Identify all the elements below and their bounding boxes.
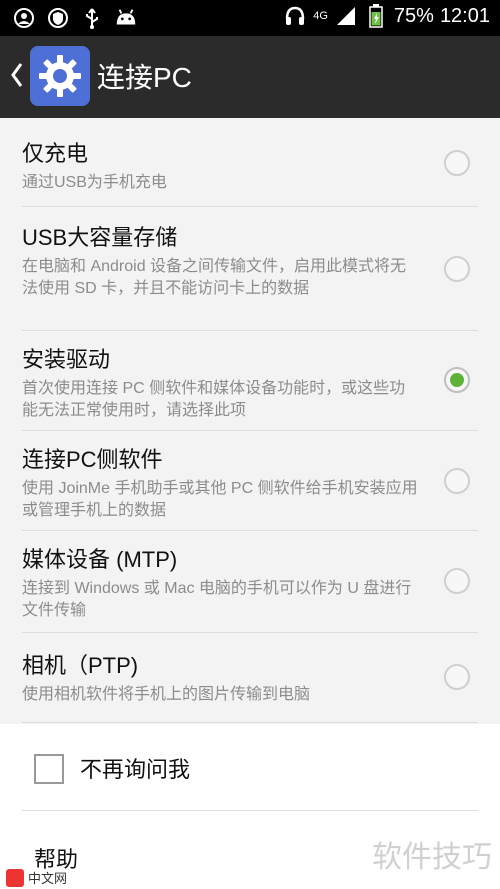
option-description: 使用 JoinMe 手机助手或其他 PC 侧软件给手机安装应用或管理手机上的数据 (22, 480, 418, 519)
action-bar: 连接PC (0, 36, 500, 118)
selected-dot (450, 373, 464, 387)
chevron-left-icon[interactable] (8, 60, 26, 90)
option-title: USB大容量存储 (22, 225, 178, 250)
option-title: 安装驱动 (22, 347, 111, 372)
option-title: 媒体设备 (MTP) (22, 547, 178, 572)
signal-icon (334, 4, 358, 28)
android-icon (114, 6, 138, 30)
battery-icon (364, 4, 388, 28)
option-description: 通过USB为手机充电 (22, 174, 167, 191)
option-mtp[interactable]: 媒体设备 (MTP) 连接到 Windows 或 Mac 电脑的手机可以作为 U… (0, 542, 500, 622)
option-charge-only[interactable]: 仅充电 通过USB为手机充电 (0, 136, 500, 194)
face-icon (12, 6, 36, 30)
radio-usb-mass-storage[interactable] (444, 256, 470, 282)
divider (22, 206, 478, 207)
dont-ask-checkbox[interactable] (34, 754, 64, 784)
option-description: 连接到 Windows 或 Mac 电脑的手机可以作为 U 盘进行文件传输 (22, 580, 412, 619)
notification-icons (12, 6, 138, 30)
radio-install-driver[interactable] (444, 367, 470, 393)
page-title: 连接PC (97, 62, 192, 93)
usb-icon (80, 6, 104, 30)
option-install-driver[interactable]: 安装驱动 首次使用连接 PC 侧软件和媒体设备功能时，或这些功能无法正常使用时，… (0, 342, 500, 422)
option-usb-mass-storage[interactable]: USB大容量存储 在电脑和 Android 设备之间传输文件，启用此模式将无法使… (0, 220, 500, 300)
shield-icon (46, 6, 70, 30)
headset-icon (283, 4, 307, 28)
radio-pc-software[interactable] (444, 468, 470, 494)
divider (22, 810, 478, 811)
clock: 12:01 (439, 4, 490, 27)
watermark: 软件技巧 (372, 841, 492, 874)
radio-ptp[interactable] (444, 664, 470, 690)
radio-charge-only[interactable] (444, 150, 470, 176)
divider (22, 722, 478, 723)
system-status: 4G 75% 12:01 (283, 4, 490, 28)
option-ptp[interactable]: 相机（PTP) 使用相机软件将手机上的图片传输到电脑 (0, 648, 500, 706)
option-description: 使用相机软件将手机上的图片传输到电脑 (22, 686, 311, 703)
option-title: 连接PC侧软件 (22, 447, 163, 472)
dont-ask-label[interactable]: 不再询问我 (80, 752, 190, 784)
logo-badge-icon (6, 868, 24, 887)
radio-mtp[interactable] (444, 568, 470, 594)
option-pc-software[interactable]: 连接PC侧软件 使用 JoinMe 手机助手或其他 PC 侧软件给手机安装应用或… (0, 442, 500, 522)
divider (22, 632, 478, 633)
divider (22, 430, 478, 431)
divider (22, 530, 478, 531)
option-description: 首次使用连接 PC 侧软件和媒体设备功能时，或这些功能无法正常使用时，请选择此项 (22, 380, 406, 419)
gear-icon[interactable] (30, 46, 90, 106)
divider (22, 330, 478, 331)
logo-text: 中文网 (28, 871, 68, 886)
battery-percent: 75% (393, 4, 434, 27)
network-type: 4G (313, 9, 328, 22)
status-bar: 4G 75% 12:01 (0, 0, 500, 36)
option-title: 仅充电 (22, 141, 89, 166)
site-logo: 中文网 (6, 868, 67, 887)
option-description: 在电脑和 Android 设备之间传输文件，启用此模式将无法使用 SD 卡，并且… (22, 258, 407, 297)
option-title: 相机（PTP) (22, 653, 139, 678)
